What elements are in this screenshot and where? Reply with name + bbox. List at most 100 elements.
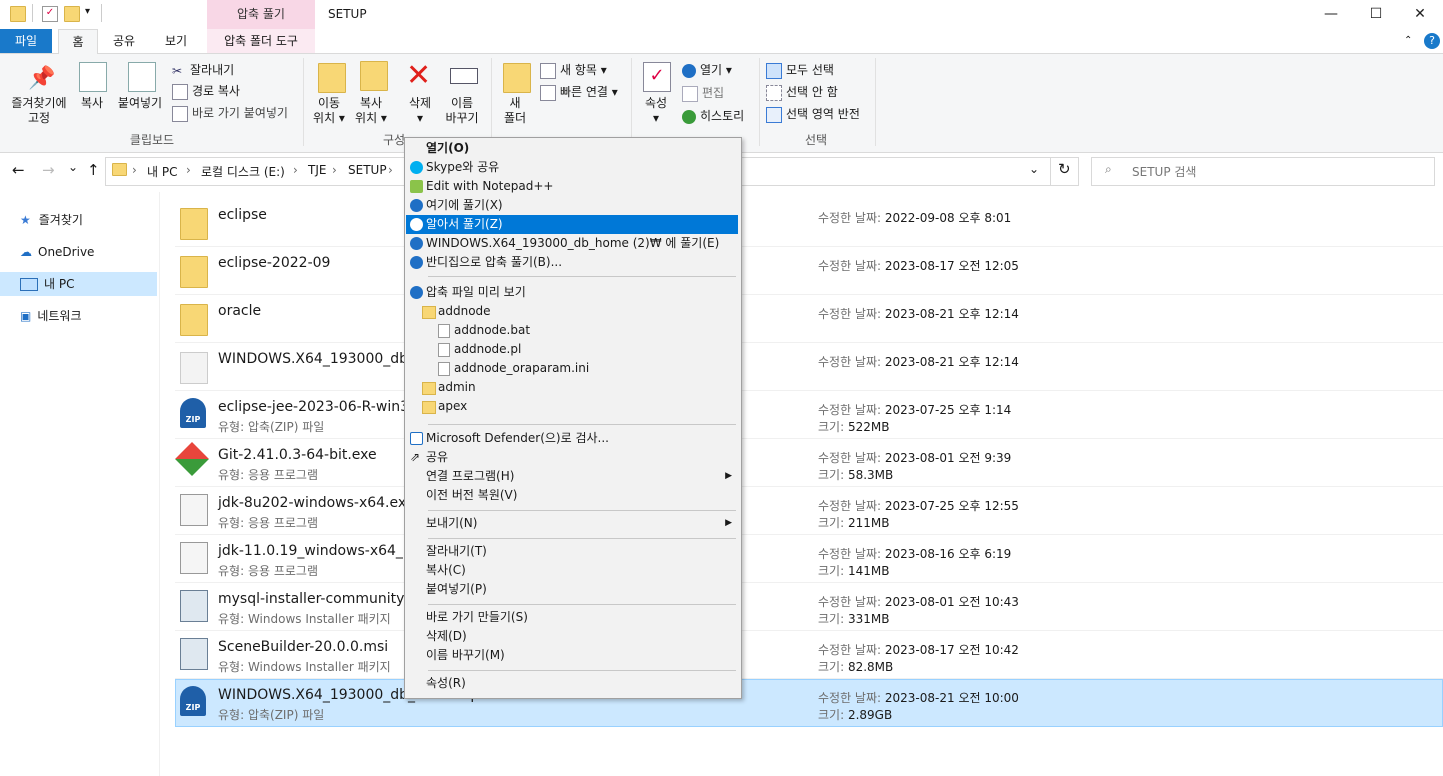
ribbon-separator — [875, 58, 876, 146]
open-button[interactable]: 열기 ▾ — [682, 61, 732, 78]
tab-home[interactable]: 홈 — [58, 29, 98, 55]
invert-selection-button[interactable]: 선택 영역 반전 — [766, 105, 860, 123]
menu-properties-label: 속성(R) — [426, 676, 466, 690]
select-none-icon — [766, 84, 782, 101]
help-button[interactable]: ? — [1424, 33, 1440, 49]
menu-item-notepadpp[interactable]: Edit with Notepad++ — [406, 177, 738, 196]
file-date: 수정한 날짜: 2023-08-17 오전 12:05 — [818, 257, 1019, 274]
select-all-button[interactable]: 모두 선택 — [766, 61, 834, 79]
delete-button[interactable]: 삭제 ▾ — [400, 96, 440, 126]
minimize-button[interactable]: — — [1308, 0, 1354, 29]
invert-selection-icon — [766, 106, 782, 123]
menu-item-copy[interactable]: 복사(C) — [406, 561, 738, 580]
qat-dropdown-icon[interactable]: ▾ — [85, 6, 90, 17]
nav-item-quick-access[interactable]: ★ 즐겨찾기 — [20, 208, 83, 232]
tab-compressed-folder-tools[interactable]: 압축 폴더 도구 — [207, 29, 315, 53]
up-button[interactable]: ↑ — [87, 161, 100, 179]
refresh-button[interactable]: ↻ — [1058, 160, 1071, 178]
easy-access-button[interactable]: 빠른 연결 ▾ — [540, 83, 618, 101]
select-none-button[interactable]: 선택 안 함 — [766, 83, 838, 101]
file-row[interactable] — [175, 247, 1443, 295]
collapse-ribbon-icon[interactable]: ⌃ — [1404, 35, 1412, 46]
edit-icon — [682, 85, 698, 102]
menu-item-open[interactable]: 열기(O) — [406, 139, 738, 158]
paste-shortcut-button[interactable]: 바로 가기 붙여넣기 — [172, 104, 288, 122]
menu-item-create-shortcut[interactable]: 바로 가기 만들기(S) — [406, 608, 738, 627]
clipboard-group-label: 클립보드 — [129, 133, 175, 147]
menu-item-open-with[interactable]: 연결 프로그램(H) ▶ — [406, 467, 738, 486]
forward-button[interactable]: → — [42, 161, 55, 179]
new-folder-qat-icon[interactable] — [64, 6, 80, 22]
paste-shortcut-label: 바로 가기 붙여넣기 — [192, 106, 288, 120]
file-type: 유형: 압축(ZIP) 파일 — [218, 420, 325, 434]
rename-button[interactable]: 이름 바꾸기 — [441, 96, 483, 126]
new-folder-button[interactable]: 새 폴더 — [497, 96, 533, 126]
menu-item-bandizip-extract[interactable]: 반디집으로 압축 풀기(B)... — [406, 253, 738, 272]
menu-item-smart-extract[interactable]: 알아서 풀기(Z) — [406, 215, 738, 234]
history-button[interactable]: 히스토리 — [682, 107, 744, 124]
pin-to-quick-access-button[interactable]: 즐겨찾기에 고정 — [4, 96, 74, 126]
copy-to-button[interactable]: 복사 위치 ▾ — [350, 96, 392, 126]
archive-tree-item[interactable]: apex — [406, 397, 738, 416]
menu-item-paste[interactable]: 붙여넣기(P) — [406, 580, 738, 599]
file-type: 유형: 응용 프로그램 — [218, 468, 318, 482]
file-row[interactable] — [175, 199, 1443, 247]
maximize-button[interactable]: ☐ — [1353, 0, 1399, 29]
breadcrumb-local-disk[interactable]: 로컬 디스크 (E:) — [201, 163, 285, 180]
properties-icon: ✓ — [643, 62, 671, 92]
star-icon: ★ — [20, 213, 31, 227]
date-value: 2023-08-16 오후 6:19 — [884, 547, 1012, 561]
date-label: 수정한 날짜: — [818, 595, 882, 609]
breadcrumb-my-pc[interactable]: 내 PC — [147, 163, 177, 180]
date-value: 2023-08-01 오전 9:39 — [884, 451, 1012, 465]
menu-item-share[interactable]: ⇗ 공유 — [406, 448, 738, 467]
tab-file[interactable]: 파일 — [0, 29, 52, 53]
tab-share[interactable]: 공유 — [102, 29, 146, 53]
menu-item-send-to[interactable]: 보내기(N) ▶ — [406, 514, 738, 533]
archive-tree-item[interactable]: addnode.bat — [406, 321, 738, 340]
folder-icon — [112, 163, 127, 176]
archive-tree-item[interactable]: addnode.pl — [406, 340, 738, 359]
properties-button[interactable]: 속성 ▾ — [638, 96, 674, 126]
history-icon — [682, 109, 696, 124]
new-item-button[interactable]: 새 항목 ▾ — [540, 61, 607, 79]
menu-item-rename[interactable]: 이름 바꾸기(M) — [406, 646, 738, 665]
pin-icon: 📌 — [28, 66, 56, 91]
nav-item-my-pc[interactable]: 내 PC — [20, 272, 74, 296]
close-button[interactable]: ✕ — [1397, 0, 1443, 29]
cut-button[interactable]: ✂ 잘라내기 — [172, 61, 234, 78]
copy-button[interactable]: 복사 — [74, 96, 110, 111]
recent-locations-button[interactable]: ⌄ — [68, 160, 78, 174]
paste-button[interactable]: 붙여넣기 — [114, 96, 166, 111]
address-dropdown-button[interactable]: ⌄ — [1029, 162, 1039, 176]
menu-item-preview-archive[interactable]: 압축 파일 미리 보기 — [406, 283, 738, 302]
breadcrumb-sep: › — [132, 163, 137, 177]
menu-item-cut[interactable]: 잘라내기(T) — [406, 542, 738, 561]
properties-qat-icon[interactable]: ✓ — [42, 6, 58, 22]
nav-item-network[interactable]: ▣ 네트워크 — [20, 304, 82, 328]
archive-tree-item[interactable]: admin — [406, 378, 738, 397]
file-row[interactable] — [175, 295, 1443, 343]
archive-tree-item[interactable]: addnode_oraparam.ini — [406, 359, 738, 378]
date-value: 2023-08-21 오전 10:00 — [884, 691, 1019, 705]
edit-button[interactable]: 편집 — [682, 84, 724, 102]
back-button[interactable]: ← — [12, 161, 25, 179]
move-to-button[interactable]: 이동 위치 ▾ — [308, 96, 350, 126]
menu-item-defender-scan[interactable]: Microsoft Defender(으)로 검사... — [406, 429, 738, 448]
menu-item-extract-to-folder[interactable]: WINDOWS.X64_193000_db_home (2)₩ 에 풀기(E) — [406, 234, 738, 253]
file-date: 수정한 날짜: 2023-08-21 오후 12:14 — [818, 305, 1019, 322]
menu-item-properties[interactable]: 속성(R) — [406, 674, 738, 693]
size-value: 522MB — [847, 420, 890, 434]
breadcrumb-tje[interactable]: TJE — [308, 163, 326, 177]
menu-item-extract-here[interactable]: 여기에 풀기(X) — [406, 196, 738, 215]
menu-item-skype-share[interactable]: Skype와 공유 — [406, 158, 738, 177]
nav-item-onedrive[interactable]: ☁ OneDrive — [20, 240, 94, 264]
tab-view[interactable]: 보기 — [152, 29, 200, 53]
menu-item-restore-previous[interactable]: 이전 버전 복원(V) — [406, 486, 738, 505]
menu-item-delete[interactable]: 삭제(D) — [406, 627, 738, 646]
open-label: 열기 ▾ — [700, 63, 732, 77]
breadcrumb-setup[interactable]: SETUP — [348, 163, 387, 177]
archive-tree-item[interactable]: addnode — [406, 302, 738, 321]
nav-pane-divider — [159, 192, 160, 776]
copy-path-button[interactable]: 경로 복사 — [172, 82, 240, 100]
